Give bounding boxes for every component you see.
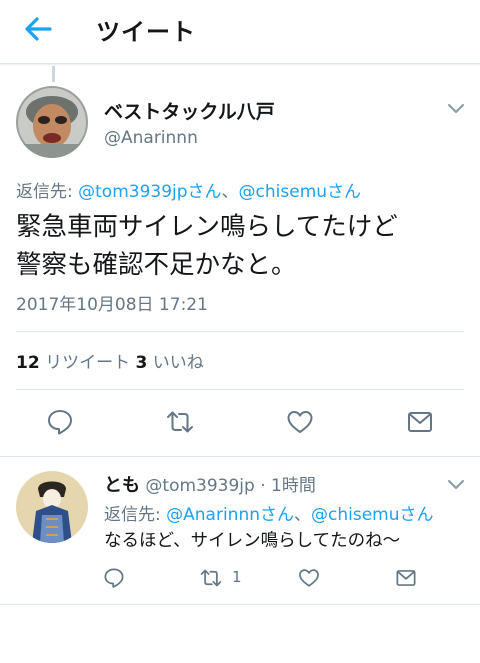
tweet-timestamp[interactable]: 2017年10月08日 17:21 <box>16 290 208 315</box>
chevron-down-icon[interactable] <box>446 476 466 490</box>
retweet-icon[interactable] <box>200 567 222 589</box>
mention-link[interactable]: @chisemuさん <box>239 182 362 202</box>
retweet-icon[interactable] <box>166 408 194 436</box>
retweet-count[interactable]: 1 <box>232 568 242 586</box>
like-count[interactable]: 3 <box>135 353 147 373</box>
replying-to: 返信先: @Anarinnnさん、@chisemuさん <box>104 500 434 525</box>
user-handle[interactable]: @Anarinnn <box>104 128 198 148</box>
divider <box>16 331 464 332</box>
tweet-stats: 12 リツイート 3 いいね <box>16 348 204 373</box>
avatar[interactable] <box>16 471 88 543</box>
avatar[interactable] <box>16 86 88 158</box>
replying-label: 返信先: <box>16 182 79 202</box>
replying-label: 返信先: <box>104 505 167 525</box>
tweet-text: 緊急車両サイレン鳴らしてたけど 警察も確認不足かなと。 <box>16 208 471 284</box>
page-title: ツイート <box>96 18 196 46</box>
replying-separator: 、 <box>294 505 311 525</box>
display-name[interactable]: ベストタックル八戸 <box>104 97 275 124</box>
back-arrow-icon[interactable] <box>20 14 56 44</box>
reply-icon[interactable] <box>103 567 125 589</box>
message-icon[interactable] <box>395 567 417 589</box>
tweet-text: なるほど、サイレン鳴らしてたのね〜 <box>104 531 401 551</box>
thread-connector-line <box>52 66 55 82</box>
mention-link[interactable]: @tom3939jpさん <box>78 182 221 202</box>
chevron-down-icon[interactable] <box>446 100 466 114</box>
handle-and-time[interactable]: @tom3939jp · 1時間 <box>140 476 315 496</box>
display-name[interactable]: とも <box>104 475 140 496</box>
divider <box>0 456 480 457</box>
mention-link[interactable]: @chisemuさん <box>311 505 434 525</box>
replying-to: 返信先: @tom3939jpさん、@chisemuさん <box>16 177 361 202</box>
like-label[interactable]: いいね <box>147 353 204 373</box>
tweet-text-line: 警察も確認不足かなと。 <box>16 250 297 280</box>
tweet-text-line: 緊急車両サイレン鳴らしてたけど <box>16 212 398 242</box>
reply-header: とも @tom3939jp · 1時間 <box>104 471 316 497</box>
like-heart-icon[interactable] <box>298 567 320 589</box>
retweet-count[interactable]: 12 <box>16 353 40 373</box>
divider <box>16 389 464 390</box>
mention-link[interactable]: @Anarinnnさん <box>166 505 294 525</box>
divider <box>0 604 480 605</box>
top-bar: ツイート <box>0 0 480 64</box>
replying-separator: 、 <box>221 182 239 202</box>
like-heart-icon[interactable] <box>286 408 314 436</box>
message-icon[interactable] <box>406 408 434 436</box>
retweet-label[interactable]: リツイート <box>40 353 136 373</box>
reply-icon[interactable] <box>46 408 74 436</box>
